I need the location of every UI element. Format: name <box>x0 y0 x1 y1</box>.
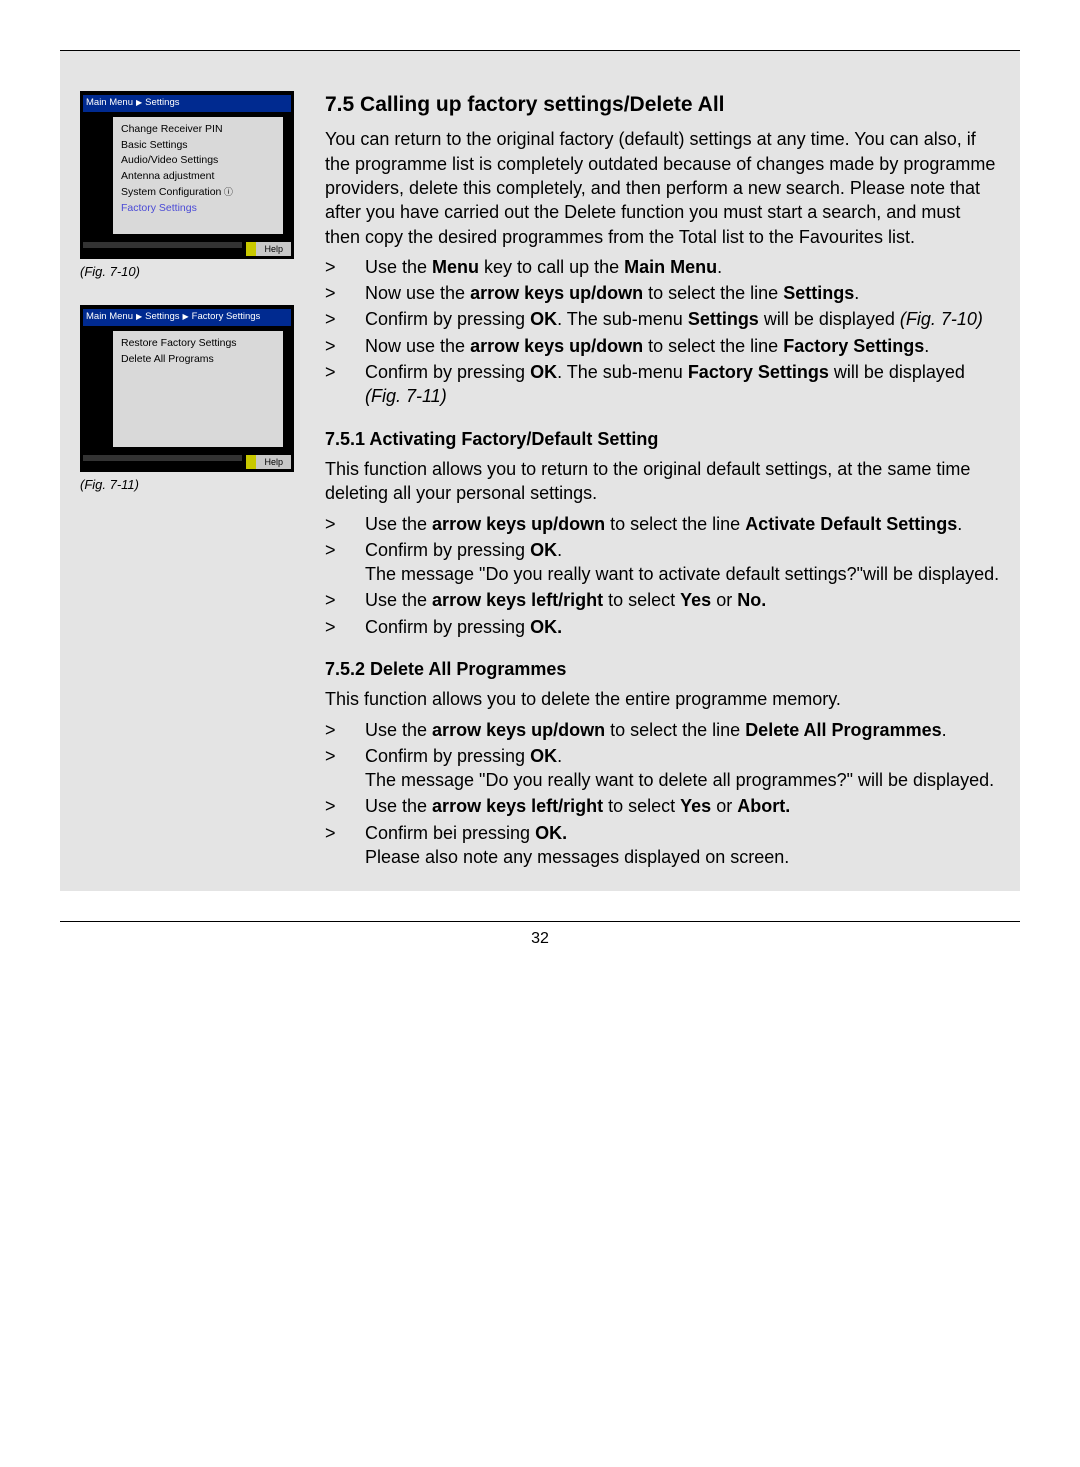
step-text: Confirm bei pressing OK.Please also note… <box>365 821 1000 870</box>
step-marker: > <box>325 307 365 331</box>
bc-item: Main Menu <box>86 311 133 324</box>
step-marker: > <box>325 512 365 536</box>
menu-item: Restore Factory Settings <box>121 336 279 352</box>
chevron-right-icon: ▶ <box>136 99 142 107</box>
figure-caption: (Fig. 7-10) <box>80 263 305 281</box>
bc-item: Settings <box>145 97 179 110</box>
instruction-step: >Now use the arrow keys up/down to selec… <box>325 334 1000 358</box>
instruction-step: >Use the arrow keys left/right to select… <box>325 588 1000 612</box>
instruction-step: >Confirm by pressing OK.The message "Do … <box>325 538 1000 587</box>
page-number: 32 <box>60 921 1020 950</box>
step-text: Use the arrow keys up/down to select the… <box>365 512 1000 536</box>
instruction-step: >Confirm by pressing OK.The message "Do … <box>325 744 1000 793</box>
figure-7-10: Main Menu ▶ Settings Change Receiver PIN… <box>80 91 305 259</box>
menu-item: Change Receiver PIN <box>121 122 279 138</box>
subsection-heading: 7.5.1 Activating Factory/Default Setting <box>325 427 1000 451</box>
figure-7-11: Main Menu ▶ Settings ▶ Factory Settings … <box>80 305 305 472</box>
sub1-steps: >Use the arrow keys up/down to select th… <box>325 512 1000 639</box>
step-text: Use the Menu key to call up the Main Men… <box>365 255 1000 279</box>
instruction-step: >Use the Menu key to call up the Main Me… <box>325 255 1000 279</box>
step-text: Use the arrow keys left/right to select … <box>365 588 1000 612</box>
step-text: Use the arrow keys up/down to select the… <box>365 718 1000 742</box>
subsection-intro: This function allows you to delete the e… <box>325 687 1000 711</box>
chevron-right-icon: ▶ <box>136 313 142 321</box>
step-marker: > <box>325 255 365 279</box>
menu-item: Antenna adjustment <box>121 169 279 185</box>
help-bar <box>83 242 242 248</box>
instruction-step: >Use the arrow keys left/right to select… <box>325 794 1000 818</box>
step-text: Confirm by pressing OK. <box>365 615 1000 639</box>
content-column: 7.5 Calling up factory settings/Delete A… <box>325 91 1000 871</box>
step-marker: > <box>325 718 365 742</box>
step-marker: > <box>325 588 365 612</box>
step-text: Now use the arrow keys up/down to select… <box>365 281 1000 305</box>
bc-item: Settings <box>145 311 179 324</box>
fig1-menu-panel: Change Receiver PINBasic SettingsAudio/V… <box>113 117 283 235</box>
subsection-heading: 7.5.2 Delete All Programmes <box>325 657 1000 681</box>
menu-item: Factory Settings <box>121 201 279 217</box>
figures-column: Main Menu ▶ Settings Change Receiver PIN… <box>80 91 305 871</box>
menu-item: Basic Settings <box>121 138 279 154</box>
step-text: Confirm by pressing OK.The message "Do y… <box>365 538 1000 587</box>
step-marker: > <box>325 615 365 639</box>
chevron-right-icon: ▶ <box>182 313 188 321</box>
section-heading: 7.5 Calling up factory settings/Delete A… <box>325 91 1000 119</box>
help-button: Help <box>246 455 291 469</box>
fig2-breadcrumb: Main Menu ▶ Settings ▶ Factory Settings <box>83 309 291 326</box>
instruction-step: >Confirm by pressing OK. The sub-menu Se… <box>325 307 1000 331</box>
menu-item: Audio/Video Settings <box>121 153 279 169</box>
instruction-step: >Confirm by pressing OK. The sub-menu Fa… <box>325 360 1000 409</box>
figure-caption: (Fig. 7-11) <box>80 476 305 494</box>
instruction-step: >Use the arrow keys up/down to select th… <box>325 512 1000 536</box>
bc-item: Main Menu <box>86 97 133 110</box>
instruction-step: >Confirm by pressing OK. <box>325 615 1000 639</box>
bc-item: Factory Settings <box>192 311 261 324</box>
menu-item: Delete All Programs <box>121 352 279 368</box>
step-text: Use the arrow keys left/right to select … <box>365 794 1000 818</box>
manual-page: Main Menu ▶ Settings Change Receiver PIN… <box>0 0 1080 1467</box>
step-marker: > <box>325 794 365 818</box>
sub2-steps: >Use the arrow keys up/down to select th… <box>325 718 1000 870</box>
subsection-intro: This function allows you to return to th… <box>325 457 1000 506</box>
step-marker: > <box>325 360 365 409</box>
fig1-breadcrumb: Main Menu ▶ Settings <box>83 95 291 112</box>
step-marker: > <box>325 821 365 870</box>
help-bar <box>83 455 242 461</box>
step-marker: > <box>325 334 365 358</box>
step-text: Now use the arrow keys up/down to select… <box>365 334 1000 358</box>
step-marker: > <box>325 538 365 587</box>
step-marker: > <box>325 744 365 793</box>
instruction-step: >Use the arrow keys up/down to select th… <box>325 718 1000 742</box>
step-text: Confirm by pressing OK.The message "Do y… <box>365 744 1000 793</box>
step-text: Confirm by pressing OK. The sub-menu Set… <box>365 307 1000 331</box>
step-marker: > <box>325 281 365 305</box>
step-text: Confirm by pressing OK. The sub-menu Fac… <box>365 360 1000 409</box>
menu-item: System Configuration <box>121 185 279 201</box>
section-steps: >Use the Menu key to call up the Main Me… <box>325 255 1000 409</box>
section-intro: You can return to the original factory (… <box>325 127 1000 248</box>
help-button: Help <box>246 242 291 256</box>
fig2-menu-panel: Restore Factory SettingsDelete All Progr… <box>113 331 283 448</box>
instruction-step: >Confirm bei pressing OK.Please also not… <box>325 821 1000 870</box>
instruction-step: >Now use the arrow keys up/down to selec… <box>325 281 1000 305</box>
